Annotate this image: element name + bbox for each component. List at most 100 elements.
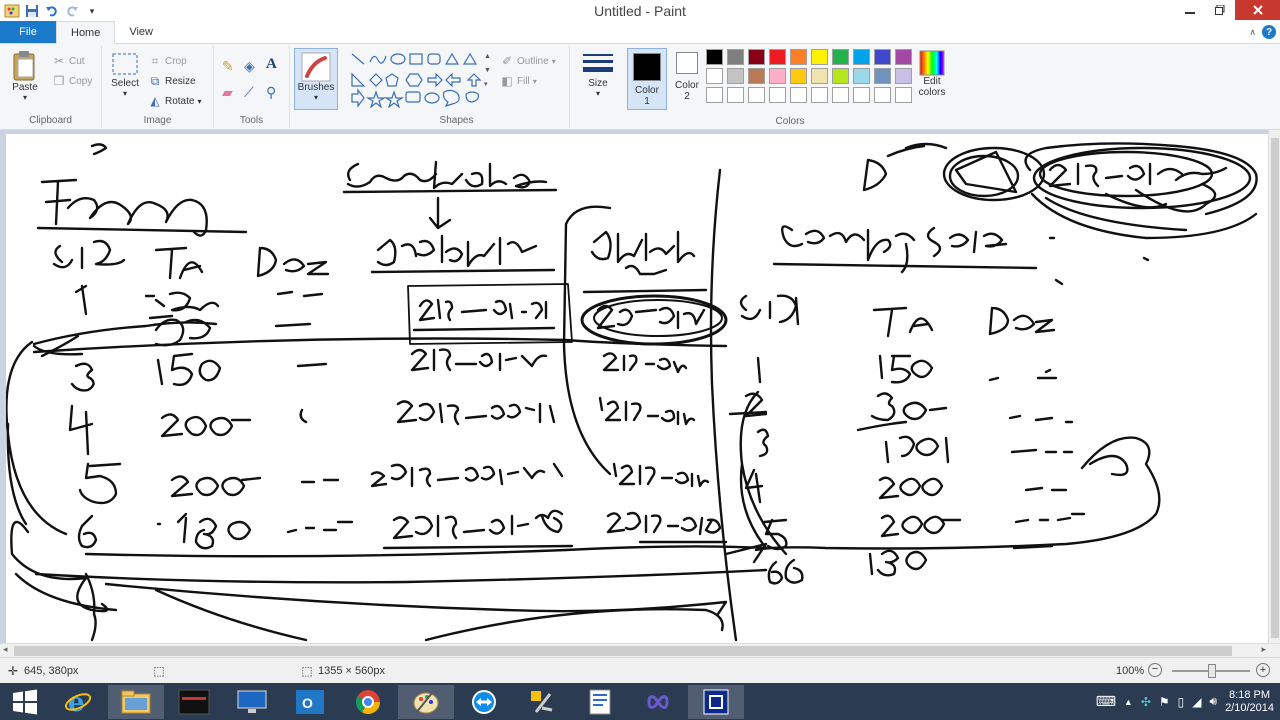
taskbar-chrome[interactable] [340, 685, 396, 719]
palette-swatch[interactable] [832, 68, 849, 84]
minimize-button[interactable] [1175, 0, 1205, 20]
text-icon[interactable]: A [266, 56, 277, 73]
color1-button[interactable]: Color 1 [627, 48, 667, 110]
color2-swatch [676, 52, 698, 74]
taskbar-document[interactable] [572, 685, 628, 719]
taskbar-outlook[interactable]: O [282, 685, 338, 719]
palette-swatch[interactable] [727, 68, 744, 84]
wifi-icon[interactable]: ◢ [1192, 695, 1201, 709]
palette-swatch[interactable] [811, 68, 828, 84]
horizontal-scroll-thumb[interactable] [14, 646, 1232, 656]
fill-button[interactable]: ◧ Fill ▾ [500, 74, 536, 88]
action-center-icon[interactable]: ⚑ [1159, 695, 1170, 709]
palette-swatch[interactable] [853, 49, 870, 65]
restore-button[interactable] [1205, 0, 1235, 20]
palette-swatch[interactable] [790, 49, 807, 65]
rotate-button[interactable]: ◭ Rotate ▾ [148, 94, 201, 108]
palette-swatch[interactable] [748, 87, 765, 103]
eraser-icon[interactable]: ▰ [222, 84, 233, 101]
palette-swatch[interactable] [853, 68, 870, 84]
taskbar-teamviewer[interactable] [456, 685, 512, 719]
scroll-right-icon[interactable]: ▸ [1261, 644, 1266, 655]
chrome-icon [355, 690, 380, 715]
palette-swatch[interactable] [874, 87, 891, 103]
palette-swatch[interactable] [895, 87, 912, 103]
palette-swatch[interactable] [769, 87, 786, 103]
resize-button[interactable]: ⧉ Resize [148, 74, 196, 88]
palette-swatch[interactable] [832, 87, 849, 103]
tab-home[interactable]: Home [56, 21, 116, 44]
vertical-scrollbar[interactable] [1268, 130, 1280, 643]
palette-swatch[interactable] [706, 87, 723, 103]
shapes-gallery[interactable] [348, 50, 490, 109]
taskbar-lenovo-app[interactable] [166, 685, 222, 719]
keyboard-icon[interactable]: ⌨ [1096, 693, 1116, 710]
palette-swatch[interactable] [874, 49, 891, 65]
edit-colors-button[interactable]: Edit colors [914, 50, 950, 98]
palette-swatch[interactable] [706, 49, 723, 65]
network-app-icon[interactable]: ✣ [1141, 695, 1151, 709]
paste-button[interactable]: Paste ▾ [8, 50, 42, 102]
magnifier-icon[interactable]: ⚲ [266, 84, 276, 101]
zoom-out-icon[interactable]: − [1148, 663, 1162, 677]
zoom-in-icon[interactable]: + [1256, 663, 1270, 677]
palette-swatch[interactable] [790, 87, 807, 103]
cut-button[interactable]: ✂ Cut [52, 54, 85, 68]
taskbar-ie[interactable]: e [50, 685, 106, 719]
palette-swatch[interactable] [811, 49, 828, 65]
tools-group: ✎ ◈ A ▰ ⟋ ⚲ Tools [214, 46, 290, 128]
zoom-slider-thumb[interactable] [1208, 664, 1216, 678]
start-button[interactable] [0, 685, 50, 719]
redo-icon[interactable] [64, 3, 80, 19]
select-button[interactable]: Select ▾ [108, 52, 142, 98]
pencil-icon[interactable]: ✎ [222, 58, 234, 75]
clock-date: 2/10/2014 [1225, 701, 1274, 714]
close-button[interactable] [1235, 0, 1280, 20]
taskbar-lenovo-monitor[interactable] [224, 685, 280, 719]
taskbar-paint[interactable] [398, 685, 454, 719]
brushes-button[interactable]: Brushes ▾ [294, 48, 338, 110]
color2-button[interactable]: Color 2 [670, 52, 704, 102]
color-picker-icon[interactable]: ⟋ [244, 84, 254, 101]
tab-view[interactable]: View [115, 21, 167, 43]
scroll-left-icon[interactable]: ◂ [3, 644, 8, 655]
taskbar-file-explorer[interactable] [108, 685, 164, 719]
palette-swatch[interactable] [769, 68, 786, 84]
palette-swatch[interactable] [811, 87, 828, 103]
copy-button[interactable]: ❐ Copy [52, 74, 93, 88]
tab-file[interactable]: File [0, 21, 56, 43]
palette-swatch[interactable] [895, 49, 912, 65]
palette-swatch[interactable] [874, 68, 891, 84]
palette-swatch[interactable] [748, 68, 765, 84]
help-icon[interactable]: ? [1262, 25, 1276, 39]
paint-app-icon[interactable] [4, 3, 20, 19]
show-hidden-icons[interactable]: ▲ [1124, 697, 1133, 707]
taskbar-sql-tool[interactable] [514, 685, 570, 719]
shapes-scroll[interactable]: ▲ ▼ ▾ [484, 50, 492, 108]
outline-button[interactable]: ✐ Outline ▾ [500, 54, 556, 68]
fill-bucket-icon[interactable]: ◈ [244, 58, 255, 75]
taskbar-remote-app[interactable] [688, 685, 744, 719]
collapse-ribbon-icon[interactable]: ∧ [1249, 27, 1256, 38]
volume-icon[interactable]: 🔊︎ [1210, 694, 1218, 709]
clock[interactable]: 8:18 PM 2/10/2014 [1225, 689, 1274, 715]
palette-swatch[interactable] [832, 49, 849, 65]
palette-swatch[interactable] [769, 49, 786, 65]
undo-icon[interactable] [44, 3, 60, 19]
palette-swatch[interactable] [895, 68, 912, 84]
crop-button[interactable]: ⌗ Crop [148, 54, 187, 68]
size-button[interactable]: Size ▾ [578, 52, 618, 98]
battery-icon[interactable]: ▯ [1178, 695, 1185, 709]
vertical-scroll-thumb[interactable] [1271, 138, 1279, 638]
palette-swatch[interactable] [748, 49, 765, 65]
palette-swatch[interactable] [790, 68, 807, 84]
palette-swatch[interactable] [727, 49, 744, 65]
taskbar-visual-studio[interactable] [630, 685, 686, 719]
drawing-canvas[interactable] [6, 134, 1268, 643]
save-icon[interactable] [24, 3, 40, 19]
palette-swatch[interactable] [727, 87, 744, 103]
palette-swatch[interactable] [853, 87, 870, 103]
customize-toolbar-icon[interactable]: ▾ [84, 3, 100, 19]
palette-swatch[interactable] [706, 68, 723, 84]
horizontal-scrollbar[interactable]: ◂ ▸ [0, 643, 1280, 657]
